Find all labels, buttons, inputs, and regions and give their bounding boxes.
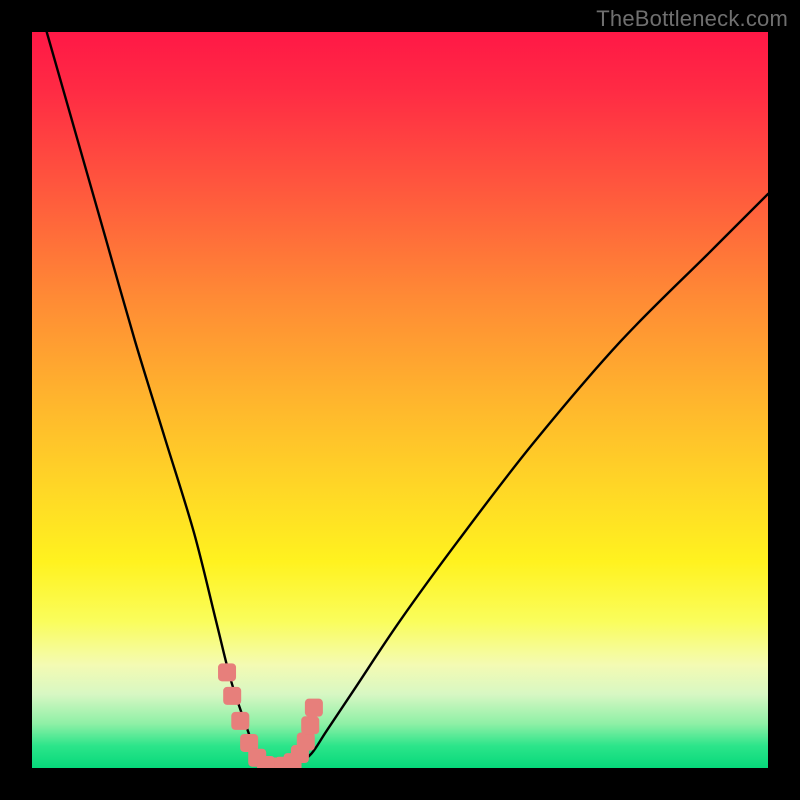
highlight-marker [231, 712, 249, 730]
highlight-marker [305, 699, 323, 717]
chart-frame: TheBottleneck.com [0, 0, 800, 800]
highlight-marker [218, 663, 236, 681]
highlight-marker [301, 716, 319, 734]
watermark-text: TheBottleneck.com [596, 6, 788, 32]
highlight-markers [32, 32, 768, 768]
highlight-marker [297, 733, 315, 751]
plot-area [32, 32, 768, 768]
highlight-marker [223, 687, 241, 705]
